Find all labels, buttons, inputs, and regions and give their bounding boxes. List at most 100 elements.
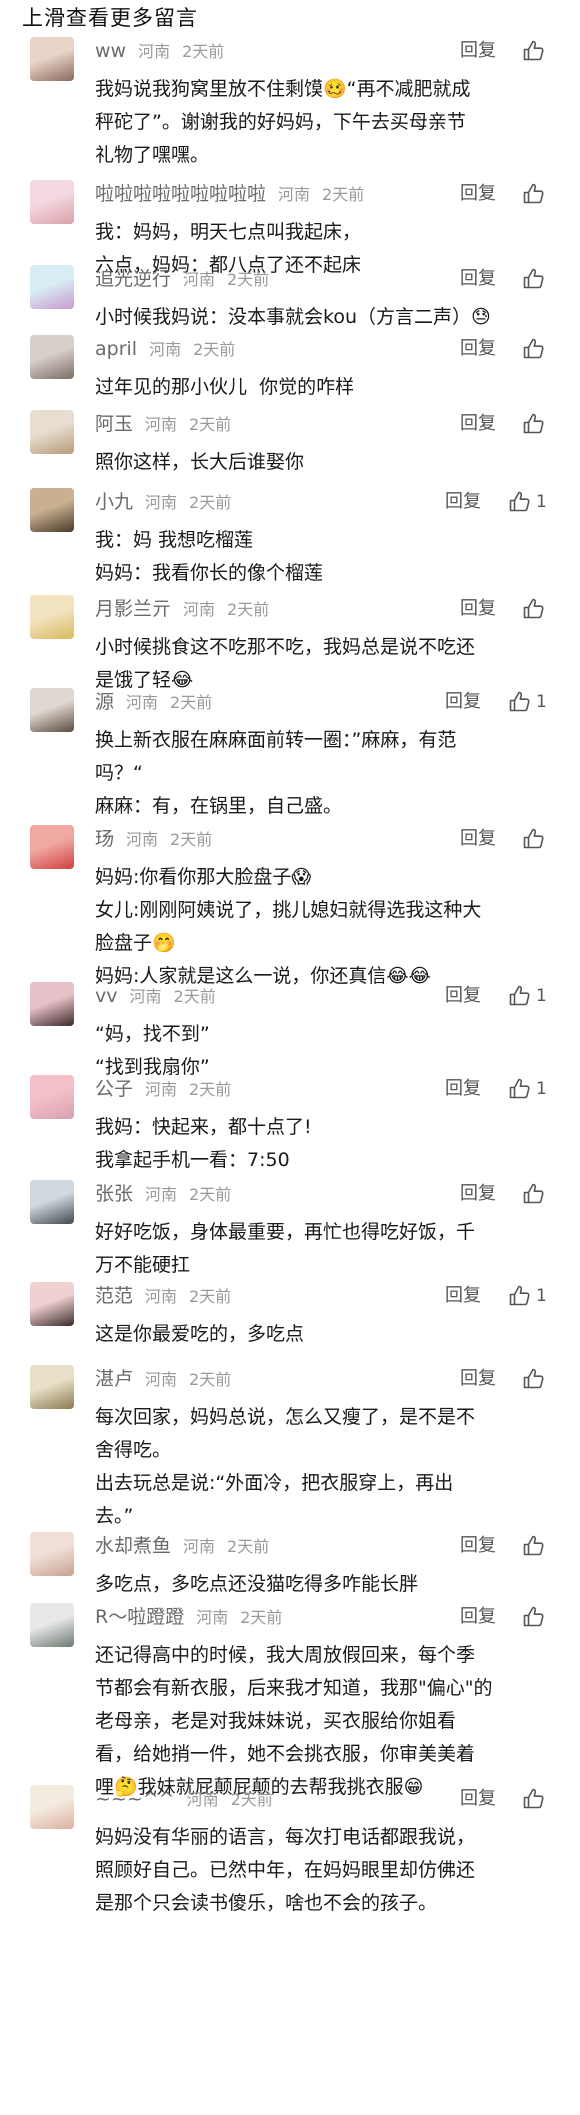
avatar[interactable] — [30, 982, 74, 1026]
comment-text: 这是你最爱吃的，多吃点 — [95, 1318, 550, 1351]
like-button[interactable] — [522, 1180, 550, 1208]
reply-button[interactable]: 回复 — [460, 1785, 496, 1813]
reply-button[interactable]: 回复 — [445, 488, 481, 516]
like-button[interactable] — [522, 180, 550, 208]
avatar[interactable] — [30, 1282, 74, 1326]
nickname[interactable]: vv — [95, 985, 118, 1007]
page-title: 上滑查看更多留言 — [22, 6, 198, 30]
nickname[interactable]: 湛卢 — [95, 1368, 133, 1390]
avatar[interactable] — [30, 1365, 74, 1409]
reply-button[interactable]: 回复 — [460, 180, 496, 208]
timestamp: 2天前 — [230, 1790, 273, 1809]
nickname[interactable]: 源 — [95, 691, 114, 713]
reply-button[interactable]: 回复 — [460, 825, 496, 853]
nickname[interactable]: 公子 — [95, 1078, 133, 1100]
reply-button[interactable]: 回复 — [460, 595, 496, 623]
avatar[interactable] — [30, 1075, 74, 1119]
comment-line: 我：妈 我想吃榴莲 — [95, 529, 254, 551]
thumbs-up-icon — [522, 1787, 546, 1811]
like-button[interactable] — [522, 1603, 550, 1631]
comment-header: 啦啦啦啦啦啦啦啦啦 河南 2天前 — [95, 180, 364, 208]
avatar[interactable] — [30, 488, 74, 532]
like-count: 1 — [536, 986, 547, 1006]
avatar[interactable] — [30, 1180, 74, 1224]
nickname[interactable]: 玚 — [95, 828, 114, 850]
location: 河南 — [145, 1185, 178, 1204]
like-button[interactable]: 1 — [508, 688, 547, 716]
comment-text: 每次回家，妈妈总说，怎么又瘦了，是不是不 舍得吃。 出去玩总是说:“外面冷，把衣服穿… — [95, 1401, 550, 1533]
nickname[interactable]: R～啦蹬蹬 — [95, 1606, 184, 1628]
comment-text: 我：妈 我想吃榴莲 妈妈：我看你长的像个榴莲 — [95, 524, 550, 590]
like-button[interactable] — [522, 37, 550, 65]
comment-header: 阿玉 河南 2天前 — [95, 410, 231, 438]
avatar[interactable] — [30, 410, 74, 454]
comment-line: 万不能硬扛 — [95, 1254, 191, 1276]
like-button[interactable]: 1 — [508, 1282, 547, 1310]
reply-button[interactable]: 回复 — [460, 265, 496, 293]
comment-line: 礼物了嘿嘿。 — [95, 144, 210, 166]
like-button[interactable] — [522, 410, 550, 438]
reply-button[interactable]: 回复 — [460, 1365, 496, 1393]
like-button[interactable] — [522, 265, 550, 293]
nickname[interactable]: 月影兰亓 — [95, 598, 171, 620]
thumbs-up-icon — [522, 827, 546, 851]
nickname[interactable]: april — [95, 338, 137, 360]
nickname[interactable]: 啦啦啦啦啦啦啦啦啦 — [95, 183, 266, 205]
nickname[interactable]: 小九 — [95, 491, 133, 513]
comment-line: 吗？“ — [95, 762, 143, 784]
like-button[interactable]: 1 — [508, 982, 547, 1010]
avatar[interactable] — [30, 1603, 74, 1647]
avatar[interactable] — [30, 265, 74, 309]
nickname[interactable]: 张张 — [95, 1183, 133, 1205]
nickname[interactable]: ~~~^^ — [95, 1788, 175, 1810]
avatar[interactable] — [30, 688, 74, 732]
comment-line: 我妈说我狗窝里放不住剩馍🥴“再不减肥就成 — [95, 78, 471, 100]
reply-button[interactable]: 回复 — [460, 1603, 496, 1631]
location: 河南 — [183, 600, 216, 619]
reply-button[interactable]: 回复 — [445, 688, 481, 716]
reply-button[interactable]: 回复 — [460, 1532, 496, 1560]
comment-text: 我妈：快起来，都十点了! 我拿起手机一看：7:50 — [95, 1111, 550, 1177]
avatar[interactable] — [30, 1785, 74, 1829]
reply-button[interactable]: 回复 — [445, 1282, 481, 1310]
reply-button[interactable]: 回复 — [460, 37, 496, 65]
reply-button[interactable]: 回复 — [460, 410, 496, 438]
location: 河南 — [129, 987, 162, 1006]
avatar[interactable] — [30, 180, 74, 224]
thumbs-up-icon — [522, 182, 546, 206]
nickname[interactable]: 阿玉 — [95, 413, 133, 435]
avatar[interactable] — [30, 37, 74, 81]
like-button[interactable] — [522, 1785, 550, 1813]
like-button[interactable]: 1 — [508, 1075, 547, 1103]
like-button[interactable] — [522, 825, 550, 853]
like-button[interactable] — [522, 1532, 550, 1560]
avatar[interactable] — [30, 335, 74, 379]
timestamp: 2天前 — [189, 1370, 232, 1389]
avatar[interactable] — [30, 1532, 74, 1576]
timestamp: 2天前 — [170, 830, 213, 849]
nickname[interactable]: 追光逆行 — [95, 268, 171, 290]
like-button[interactable] — [522, 335, 550, 363]
nickname[interactable]: 范范 — [95, 1285, 133, 1307]
location: 河南 — [186, 1790, 219, 1809]
comment-line: 照顾好自己。已然中年，在妈妈眼里却仿佛还 — [95, 1859, 476, 1881]
avatar[interactable] — [30, 825, 74, 869]
comment-text: 还记得高中的时候，我大周放假回来，每个季 节都会有新衣服，后来我才知道，我那"偏心… — [95, 1639, 550, 1804]
reply-button[interactable]: 回复 — [460, 1180, 496, 1208]
timestamp: 2天前 — [189, 1185, 232, 1204]
like-button[interactable] — [522, 595, 550, 623]
timestamp: 2天前 — [193, 340, 236, 359]
location: 河南 — [145, 1080, 178, 1099]
avatar[interactable] — [30, 595, 74, 639]
comment-header: ww 河南 2天前 — [95, 37, 224, 65]
reply-button[interactable]: 回复 — [445, 982, 481, 1010]
comment-line: 妈妈没有华丽的语言，每次打电话都跟我说， — [95, 1826, 476, 1848]
reply-button[interactable]: 回复 — [445, 1075, 481, 1103]
comment-line: 老母亲，老是对我妹妹说，买衣服给你姐看 — [95, 1710, 457, 1732]
reply-button[interactable]: 回复 — [460, 335, 496, 363]
like-button[interactable] — [522, 1365, 550, 1393]
nickname[interactable]: 水却煮鱼 — [95, 1535, 171, 1557]
comment-header: 玚河南 2天前 — [95, 825, 212, 853]
nickname[interactable]: ww — [95, 40, 126, 62]
like-button[interactable]: 1 — [508, 488, 547, 516]
